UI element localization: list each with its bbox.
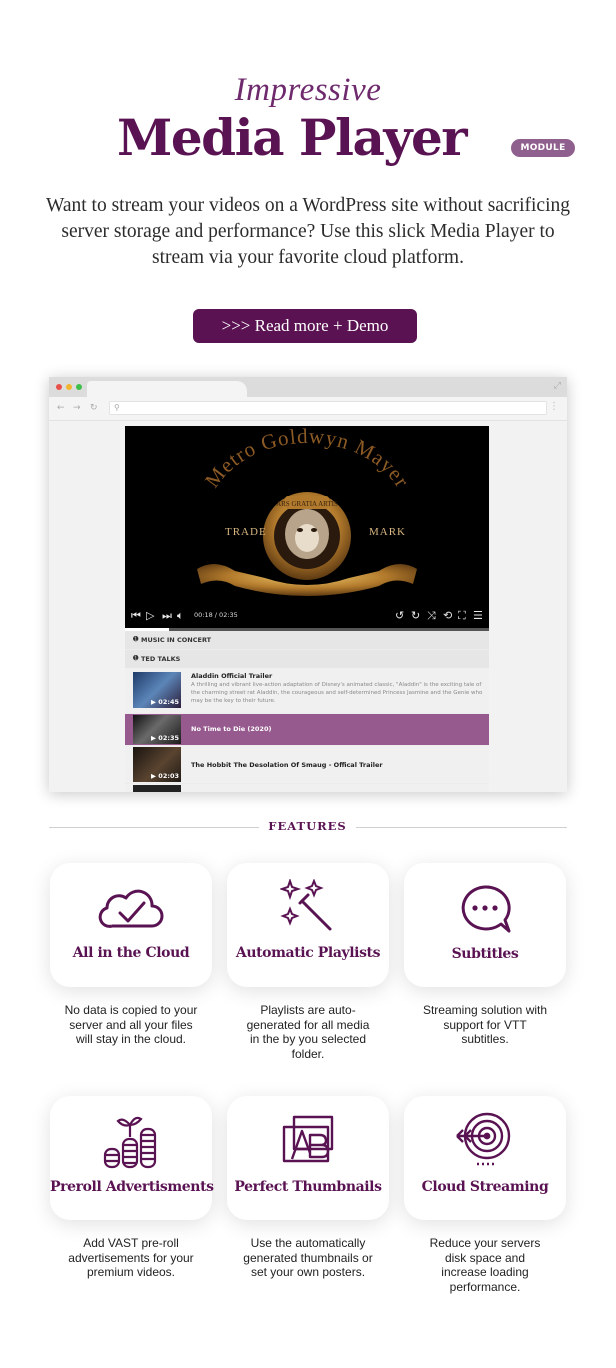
feature-card: Perfect Thumbnails	[227, 1096, 389, 1220]
loop-icon[interactable]: ⟲	[443, 610, 452, 622]
previous-icon[interactable]: ⏮	[131, 610, 141, 622]
video-thumbnail	[133, 785, 181, 792]
title-row: Media Player MODULE	[0, 108, 616, 178]
chat-bubble-icon	[461, 885, 511, 933]
magic-wand-icon	[280, 879, 332, 931]
feature-title: Preroll Advertisments	[50, 1179, 214, 1195]
duration-label: ▶ 02:35	[151, 734, 179, 742]
kicker-text: Impressive	[234, 72, 382, 108]
coin-stacks-icon	[103, 1116, 157, 1169]
feature-card: Subtitles	[404, 863, 566, 987]
feature-card: All in the Cloud	[50, 863, 212, 987]
category-label: TED TALKS	[141, 655, 181, 663]
video-thumbnail: ▶ 02:45	[133, 672, 181, 708]
studio-logo: Metro Goldwyn Mayer ARS GRATIA ARTIS TRA…	[197, 426, 417, 596]
playlist-item-active[interactable]: ▶ 02:35 No Time to Die (2020)	[125, 714, 489, 745]
feature-title: Cloud Streaming	[421, 1179, 549, 1195]
shuffle-icon[interactable]: ⤨	[427, 610, 436, 622]
feature-card: Cloud Streaming	[404, 1096, 566, 1220]
logo-ribbon-text: ARS GRATIA ARTIS	[276, 500, 338, 508]
forward-10-icon[interactable]: ↻	[411, 610, 420, 622]
maximize-dot	[76, 384, 82, 390]
target-icon	[456, 1112, 511, 1166]
feature-description: Playlists are auto-generated for all med…	[246, 1003, 370, 1061]
browser-mockup: ⤢ ← → ↻ ⚲ ⋮ Metro Goldwyn Mayer ARS GRAT…	[49, 377, 567, 792]
features-heading: FEATURES	[268, 819, 347, 833]
logo-left-text: TRADE	[225, 526, 267, 538]
browser-tab	[87, 381, 247, 397]
category-row[interactable]: TED TALKS ➊	[125, 650, 489, 668]
fullscreen-icon[interactable]: ⛶	[458, 610, 466, 622]
playlist-item-title: The Hobbit The Desolation Of Smaug - Off…	[191, 761, 383, 769]
playlist-item[interactable]: ▶ 02:03 The Hobbit The Desolation Of Sma…	[125, 746, 489, 783]
feature-card: Automatic Playlists	[227, 863, 389, 987]
browser-tab-bar: ⤢	[49, 377, 567, 397]
video-screen[interactable]: Metro Goldwyn Mayer ARS GRATIA ARTIS TRA…	[125, 426, 489, 631]
play-icon[interactable]: ▷	[146, 610, 154, 622]
media-player: Metro Goldwyn Mayer ARS GRATIA ARTIS TRA…	[125, 426, 489, 792]
category-label: MUSIC IN CONCERT	[141, 636, 212, 644]
rewind-icon[interactable]: ↺	[395, 610, 404, 622]
module-badge: MODULE	[511, 139, 575, 157]
page-title: Media Player	[117, 108, 468, 167]
browser-menu-icon: ⋮	[549, 401, 559, 412]
minimize-dot	[66, 384, 72, 390]
intro-paragraph: Want to stream your videos on a WordPres…	[46, 195, 570, 268]
duration-label: ▶ 02:03	[151, 772, 179, 780]
feature-title: Subtitles	[451, 946, 519, 962]
divider	[49, 827, 259, 828]
feature-description: Add VAST pre-roll advertisements for you…	[68, 1236, 194, 1279]
chevron-right-icon: ➊	[133, 654, 139, 662]
playlist-item-description: A thrilling and vibrant live-action adap…	[191, 682, 483, 704]
cloud-check-icon	[98, 889, 164, 928]
category-row[interactable]: MUSIC IN CONCERT ➊	[125, 631, 489, 649]
forward-icon: →	[73, 403, 81, 413]
video-thumbnail: ▶ 02:03	[133, 747, 181, 782]
video-thumbnail: ▶ 02:35	[133, 715, 181, 744]
volume-icon[interactable]: 🔈︎	[177, 610, 184, 622]
chevron-right-icon: ➊	[133, 635, 139, 643]
reload-icon: ↻	[90, 403, 98, 413]
close-dot	[56, 384, 62, 390]
feature-description: Streaming solution with support for VTT …	[422, 1003, 548, 1046]
next-icon[interactable]: ⏭	[162, 610, 172, 622]
feature-title: All in the Cloud	[72, 945, 190, 961]
feature-description: Reduce your servers disk space and incre…	[429, 1236, 541, 1294]
playlist-item[interactable]	[125, 784, 489, 792]
playlist-icon[interactable]: ☰	[473, 610, 483, 622]
timecode: 00:18 / 02:35	[194, 611, 238, 619]
feature-title: Perfect Thumbnails	[234, 1179, 382, 1195]
playlist-item[interactable]: ▶ 02:45 Aladdin Official Trailer A thril…	[125, 668, 489, 713]
playlist-item-title: Aladdin Official Trailer	[191, 672, 273, 680]
logo-right-text: MARK	[369, 526, 406, 538]
browser-address-bar: ← → ↻ ⚲ ⋮	[49, 397, 567, 421]
feature-description: No data is copied to your server and all…	[64, 1003, 198, 1046]
back-icon: ←	[57, 403, 65, 413]
svg-text:Metro Goldwyn Mayer: Metro Goldwyn Mayer	[200, 426, 415, 492]
duration-label: ▶ 02:45	[151, 698, 179, 706]
player-controls: ⏮ ▷ ⏭ 🔈︎ 00:18 / 02:35 ↺ ↻ ⤨ ⟲ ⛶ ☰	[125, 606, 489, 628]
expand-icon: ⤢	[553, 381, 561, 391]
feature-title: Automatic Playlists	[235, 945, 381, 961]
feature-card: Preroll Advertisments	[50, 1096, 214, 1220]
feature-description: Use the automatically generated thumbnai…	[243, 1236, 373, 1279]
search-icon: ⚲	[114, 403, 120, 412]
logo-arc-text: Metro Goldwyn Mayer	[200, 426, 414, 492]
thumbnail-icon	[282, 1115, 334, 1163]
playlist-item-title: No Time to Die (2020)	[191, 725, 272, 733]
divider	[356, 827, 567, 828]
read-more-demo-button[interactable]: >>> Read more + Demo	[193, 309, 417, 343]
url-field: ⚲	[109, 401, 547, 415]
